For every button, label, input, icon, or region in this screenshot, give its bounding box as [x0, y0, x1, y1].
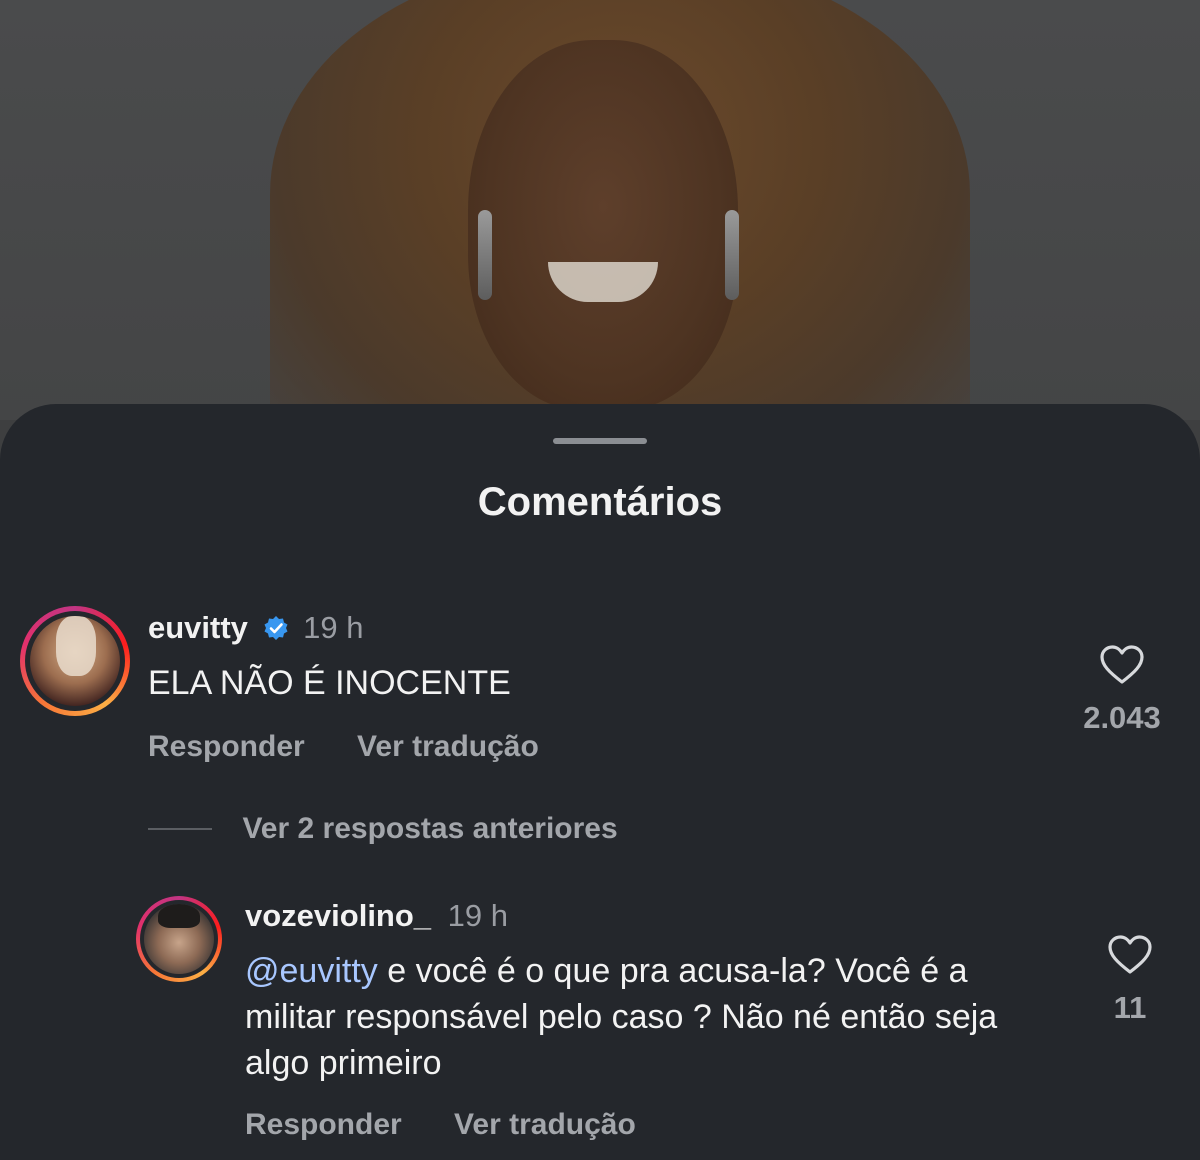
- view-replies-label[interactable]: Ver 2 respostas anteriores: [242, 812, 617, 845]
- reply-button[interactable]: Responder: [148, 730, 305, 763]
- post-photo: [0, 0, 1200, 420]
- reply-text: @euvitty e você é o que pra acusa-la? Vo…: [245, 948, 1065, 1086]
- avatar-story-ring[interactable]: [20, 606, 130, 716]
- avatar-euvitty: [30, 616, 120, 706]
- reply-like-count: 11: [1113, 990, 1147, 1025]
- reply-reply-button[interactable]: Responder: [245, 1108, 402, 1141]
- heart-icon[interactable]: [1107, 934, 1153, 976]
- view-replies-toggle[interactable]: Ver 2 respostas anteriores: [148, 812, 618, 846]
- reply-like-control[interactable]: 11: [1070, 934, 1190, 1026]
- reply-mention[interactable]: @euvitty: [245, 952, 378, 990]
- comment-actions: Responder Ver tradução: [148, 730, 583, 764]
- reply-time: 19 h: [447, 898, 509, 933]
- like-count: 2.043: [1083, 700, 1161, 735]
- comment-text: ELA NÃO É INOCENTE: [148, 664, 511, 702]
- comment-time: 19 h: [303, 610, 364, 645]
- avatar-vozeviolino: [144, 904, 214, 974]
- verified-badge-icon: [264, 616, 288, 640]
- photo-earring-left: [478, 210, 492, 300]
- comment-header: euvitty 19 h: [148, 610, 364, 646]
- photo-face: [468, 40, 738, 410]
- reply-username[interactable]: vozeviolino_: [245, 898, 431, 933]
- comments-sheet: Comentários euvitty 19 h ELA NÃO É INOCE…: [0, 404, 1200, 1160]
- sheet-grabber[interactable]: [553, 438, 647, 444]
- avatar-story-ring[interactable]: [136, 896, 222, 982]
- reply-header: vozeviolino_ 19 h: [245, 898, 508, 934]
- comment-username[interactable]: euvitty: [148, 610, 248, 645]
- replies-divider: [148, 828, 212, 830]
- photo-earring-right: [725, 210, 739, 300]
- like-control[interactable]: 2.043: [1062, 644, 1182, 736]
- heart-icon[interactable]: [1099, 644, 1145, 686]
- reply-actions: Responder Ver tradução: [245, 1108, 680, 1142]
- reply-translate-button[interactable]: Ver tradução: [454, 1108, 636, 1141]
- sheet-title: Comentários: [477, 480, 723, 524]
- translate-button[interactable]: Ver tradução: [357, 730, 539, 763]
